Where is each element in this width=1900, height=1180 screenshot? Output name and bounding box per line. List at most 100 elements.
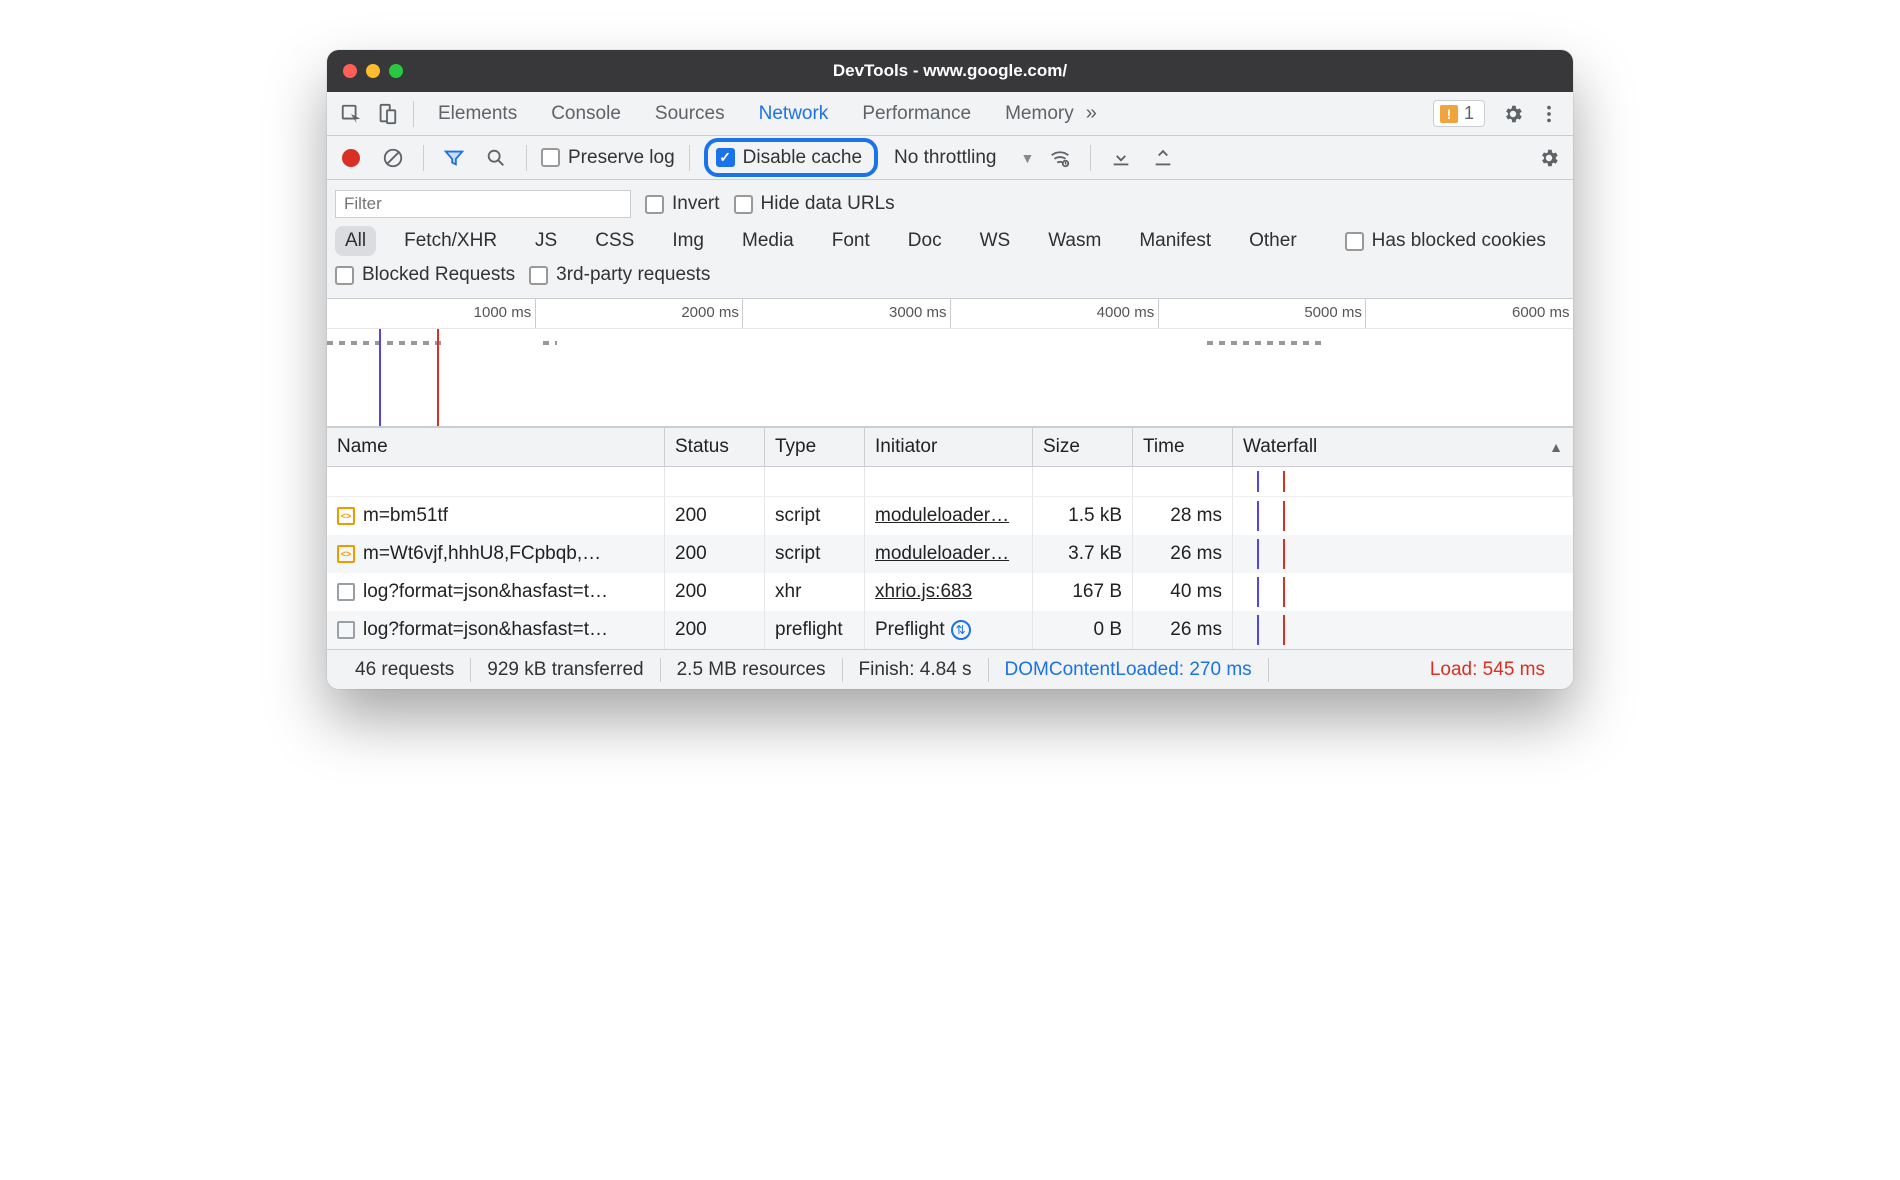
filter-type-css[interactable]: CSS — [585, 226, 644, 256]
column-header-waterfall[interactable]: Waterfall▲ — [1233, 428, 1573, 466]
overflow-tabs-icon[interactable]: » — [1080, 98, 1103, 130]
chevron-double-right-icon: » — [1086, 102, 1097, 125]
overview-timeline[interactable]: 1000 ms2000 ms3000 ms4000 ms5000 ms6000 … — [327, 299, 1573, 427]
cell-status: 200 — [665, 611, 765, 649]
preflight-icon: ⇅ — [951, 620, 971, 640]
column-header-status[interactable]: Status — [665, 428, 765, 466]
network-conditions-icon[interactable] — [1044, 142, 1076, 174]
issues-badge[interactable]: ! 1 — [1433, 100, 1485, 127]
filter-type-img[interactable]: Img — [662, 226, 714, 256]
cell-status: 200 — [665, 573, 765, 611]
titlebar: DevTools - www.google.com/ — [327, 50, 1573, 92]
document-icon — [337, 621, 355, 639]
tab-sources[interactable]: Sources — [653, 95, 727, 133]
separator — [526, 145, 527, 171]
cell-waterfall — [1233, 611, 1573, 649]
tab-elements[interactable]: Elements — [436, 95, 519, 133]
filter-toggle-icon[interactable] — [438, 142, 470, 174]
overview-tick-label: 5000 ms — [1304, 304, 1362, 321]
column-header-type[interactable]: Type — [765, 428, 865, 466]
settings-icon[interactable] — [1497, 98, 1529, 130]
cell-size: 167 B — [1033, 573, 1133, 611]
device-toggle-icon[interactable] — [371, 98, 403, 130]
clear-button[interactable] — [377, 142, 409, 174]
network-toolbar: Preserve log Disable cache No throttling… — [327, 136, 1573, 180]
filter-type-other[interactable]: Other — [1239, 226, 1307, 256]
close-icon[interactable] — [343, 64, 357, 78]
overview-tick-label: 2000 ms — [681, 304, 739, 321]
cell-waterfall — [1233, 497, 1573, 535]
load-marker-icon — [1283, 615, 1285, 645]
minimize-icon[interactable] — [366, 64, 380, 78]
status-finish: Finish: 4.84 s — [843, 659, 988, 681]
filter-type-doc[interactable]: Doc — [898, 226, 952, 256]
cell-initiator: Preflight⇅ — [865, 611, 1033, 649]
request-name: m=bm51tf — [363, 505, 448, 527]
status-resources: 2.5 MB resources — [661, 659, 842, 681]
script-icon: <> — [337, 545, 355, 563]
third-party-checkbox[interactable]: 3rd-party requests — [529, 264, 710, 286]
cell-initiator[interactable]: xhrio.js:683 — [865, 573, 1033, 611]
cell-type: script — [765, 535, 865, 573]
has-blocked-cookies-checkbox[interactable]: Has blocked cookies — [1345, 230, 1546, 252]
network-settings-icon[interactable] — [1533, 142, 1565, 174]
filter-type-ws[interactable]: WS — [970, 226, 1021, 256]
overview-tick-label: 1000 ms — [474, 304, 532, 321]
cell-time: 26 ms — [1133, 611, 1233, 649]
zoom-icon[interactable] — [389, 64, 403, 78]
filter-type-manifest[interactable]: Manifest — [1129, 226, 1221, 256]
dcl-marker-icon — [1257, 539, 1259, 569]
record-button[interactable] — [335, 142, 367, 174]
cell-waterfall — [1233, 535, 1573, 573]
window-title: DevTools - www.google.com/ — [327, 61, 1573, 81]
filter-input[interactable] — [335, 190, 631, 218]
tab-memory[interactable]: Memory — [1003, 95, 1076, 133]
throttling-select[interactable]: No throttling ▼ — [894, 147, 1034, 169]
dcl-marker-icon — [1257, 471, 1259, 492]
import-har-icon[interactable] — [1105, 142, 1137, 174]
invert-checkbox[interactable]: Invert — [645, 193, 720, 215]
cell-time: 40 ms — [1133, 573, 1233, 611]
overview-ruler: 1000 ms2000 ms3000 ms4000 ms5000 ms6000 … — [327, 299, 1573, 329]
inspect-icon[interactable] — [335, 98, 367, 130]
status-transferred: 929 kB transferred — [471, 659, 659, 681]
cell-size: 3.7 kB — [1033, 535, 1133, 573]
cell-type: preflight — [765, 611, 865, 649]
preserve-log-checkbox[interactable]: Preserve log — [541, 147, 675, 169]
cell-waterfall — [1233, 573, 1573, 611]
tab-performance[interactable]: Performance — [860, 95, 973, 133]
checkbox-icon — [1345, 232, 1364, 251]
column-header-time[interactable]: Time — [1133, 428, 1233, 466]
table-row[interactable]: <>m=bm51tf200scriptmoduleloader…1.5 kB28… — [327, 497, 1573, 535]
kebab-menu-icon[interactable] — [1533, 98, 1565, 130]
load-marker-icon — [1283, 501, 1285, 531]
tab-console[interactable]: Console — [549, 95, 623, 133]
separator — [1090, 145, 1091, 171]
dcl-marker-icon — [1257, 577, 1259, 607]
disable-cache-label: Disable cache — [743, 147, 862, 169]
cell-initiator[interactable]: moduleloader… — [865, 497, 1033, 535]
blocked-requests-checkbox[interactable]: Blocked Requests — [335, 264, 515, 286]
table-row[interactable]: <>m=Wt6vjf,hhhU8,FCpbqb,…200scriptmodule… — [327, 535, 1573, 573]
tab-network[interactable]: Network — [757, 95, 831, 133]
filter-type-all[interactable]: All — [335, 226, 376, 256]
filter-type-wasm[interactable]: Wasm — [1038, 226, 1111, 256]
cell-status: 200 — [665, 535, 765, 573]
filter-type-js[interactable]: JS — [525, 226, 567, 256]
table-row[interactable]: log?format=json&hasfast=t…200preflightPr… — [327, 611, 1573, 649]
column-header-initiator[interactable]: Initiator — [865, 428, 1033, 466]
export-har-icon[interactable] — [1147, 142, 1179, 174]
column-header-size[interactable]: Size — [1033, 428, 1133, 466]
load-marker-icon — [1283, 539, 1285, 569]
cell-initiator[interactable]: moduleloader… — [865, 535, 1033, 573]
filter-type-media[interactable]: Media — [732, 226, 804, 256]
disable-cache-checkbox[interactable]: Disable cache — [716, 147, 862, 169]
preserve-log-label: Preserve log — [568, 147, 675, 169]
column-header-name[interactable]: Name — [327, 428, 665, 466]
filter-type-font[interactable]: Font — [822, 226, 880, 256]
filter-type-fetch-xhr[interactable]: Fetch/XHR — [394, 226, 507, 256]
overview-activity-bar — [543, 341, 557, 345]
search-icon[interactable] — [480, 142, 512, 174]
hide-data-urls-checkbox[interactable]: Hide data URLs — [734, 193, 895, 215]
table-row[interactable]: log?format=json&hasfast=t…200xhrxhrio.js… — [327, 573, 1573, 611]
